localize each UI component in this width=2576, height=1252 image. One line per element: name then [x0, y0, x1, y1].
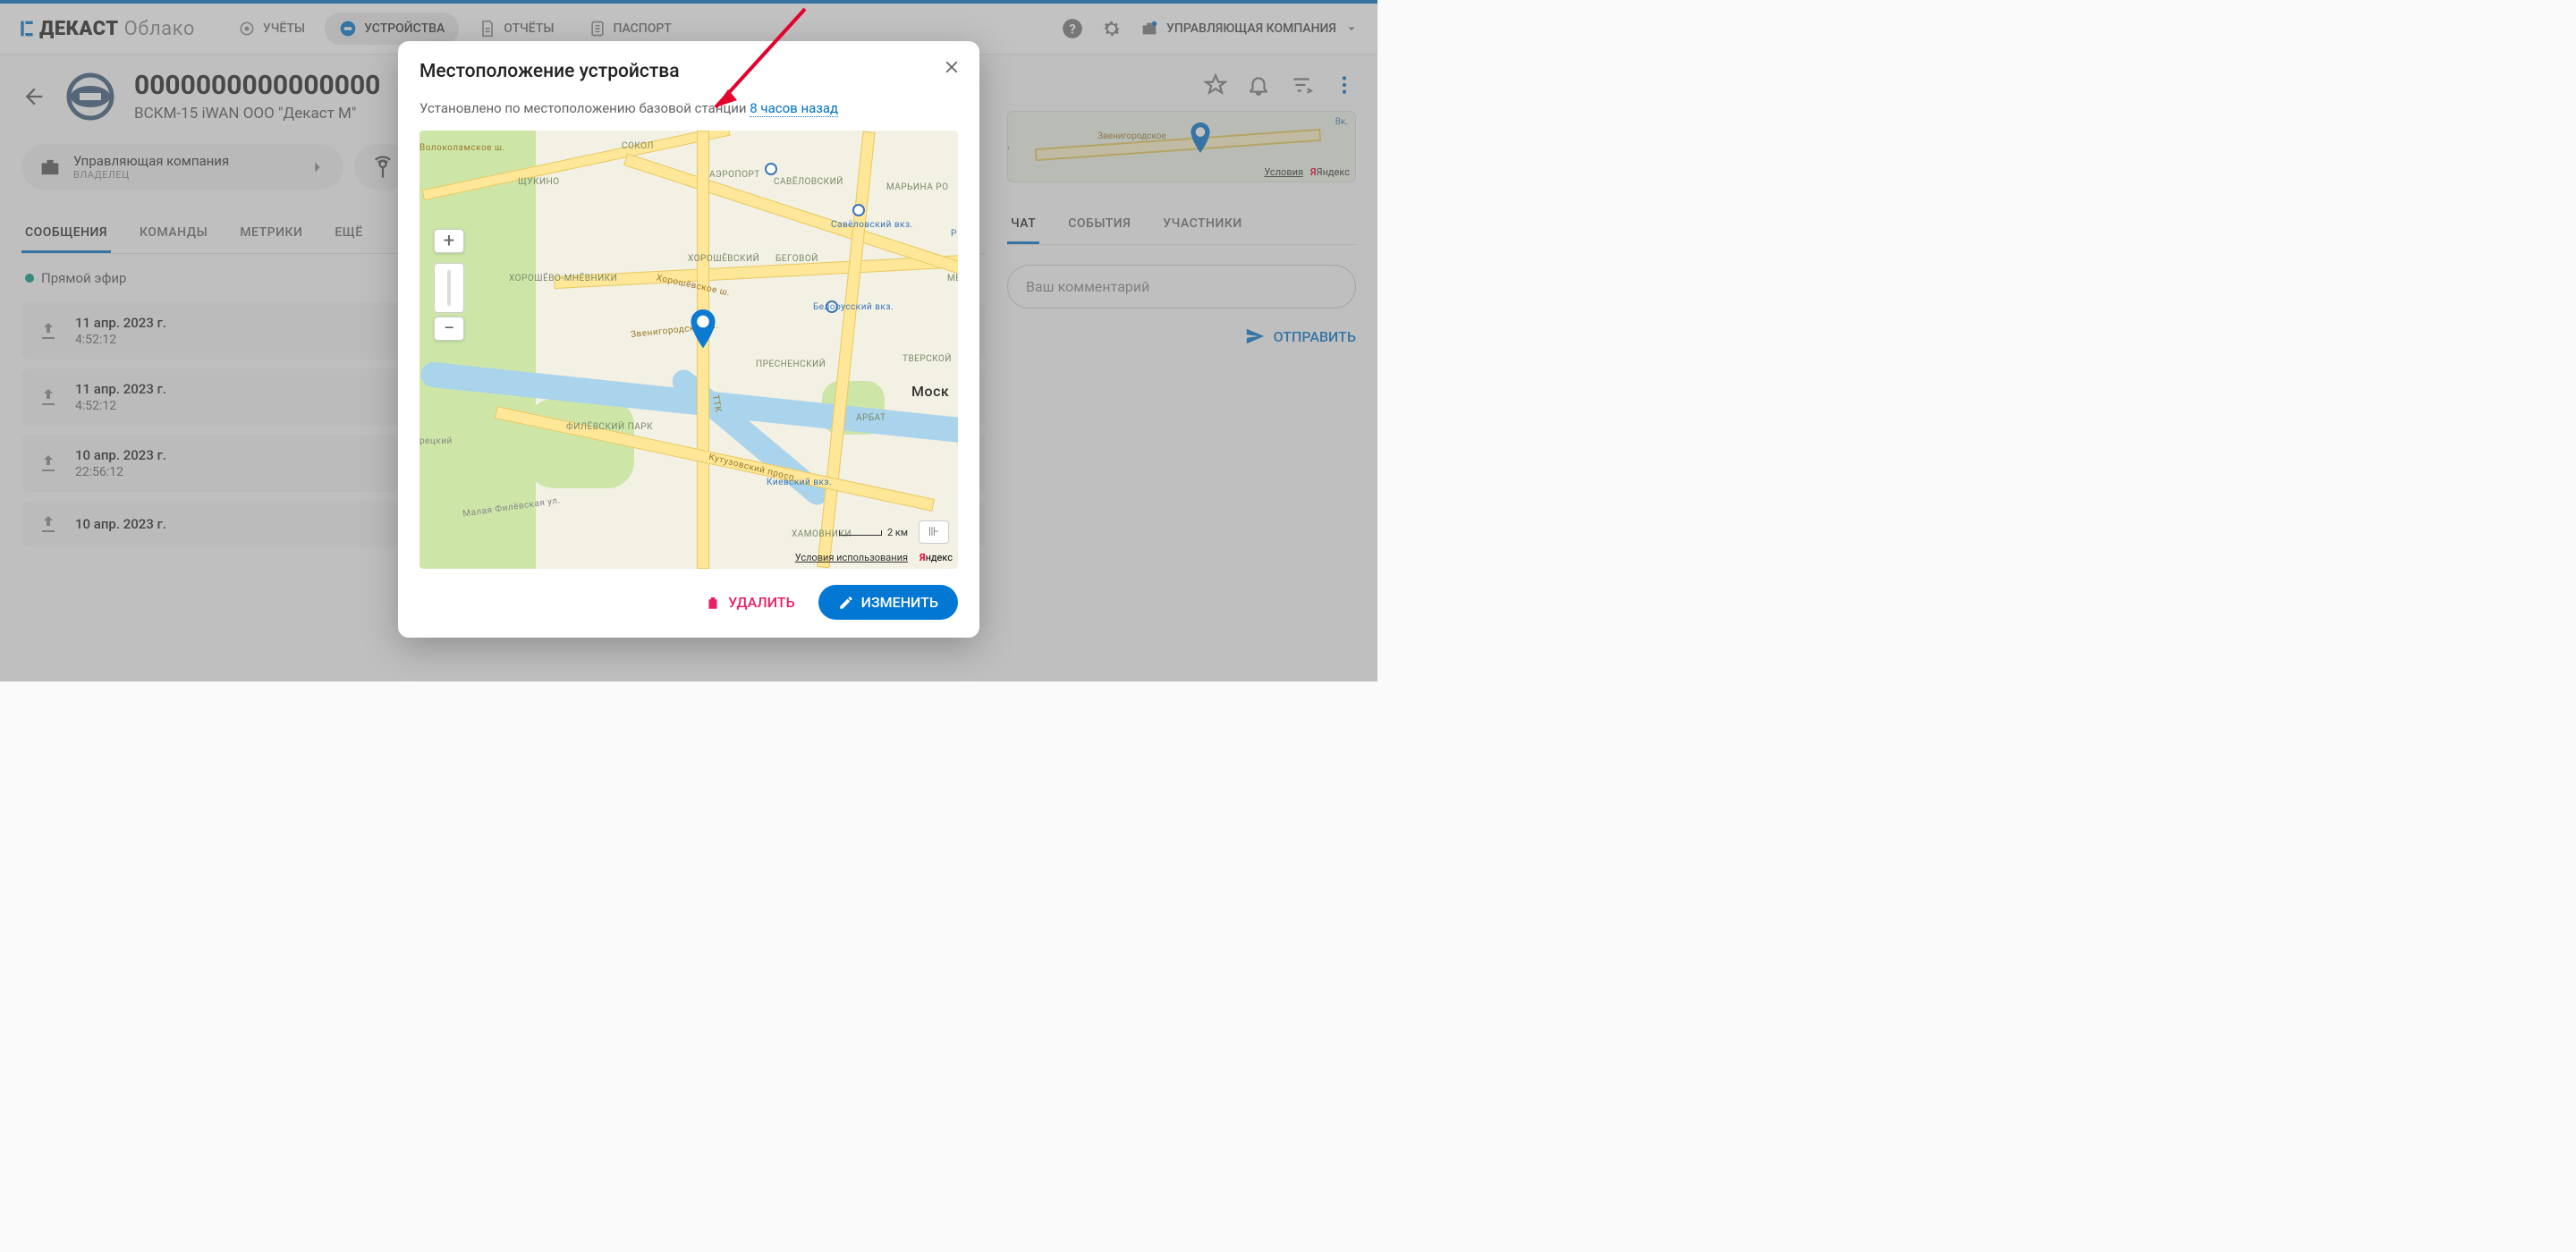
edit-label: ИЗМЕНИТЬ	[861, 594, 938, 611]
map-label: СОКОЛ	[622, 141, 654, 151]
zoom-slider[interactable]	[434, 263, 464, 313]
map-label: МЕ	[947, 274, 958, 283]
delete-button[interactable]: УДАЛИТЬ	[694, 587, 806, 618]
edit-button[interactable]: ИЗМЕНИТЬ	[818, 585, 958, 620]
map-label: ФИЛЁВСКИЙ ПАРК	[566, 422, 653, 432]
map-label: Белорусский вкз.	[813, 302, 894, 312]
trash-icon	[705, 595, 721, 611]
modal-actions: УДАЛИТЬ ИЗМЕНИТЬ	[419, 585, 958, 620]
map-label: ЩУКИНО	[518, 177, 560, 187]
map-label: рецкий	[419, 436, 453, 446]
map-label: Волоколамское ш.	[419, 143, 505, 153]
map-label: ХОРОШЁВО-МНЁВНИКИ	[509, 274, 617, 283]
map-label: АЭРОПОРТ	[709, 170, 760, 180]
delete-label: УДАЛИТЬ	[728, 594, 795, 611]
map-label: АРБАТ	[856, 413, 886, 423]
modal-subtitle-text: Установлено по местоположению базовой ст…	[419, 100, 750, 116]
map-label: САВЁЛОВСКИЙ	[774, 177, 843, 187]
modal-overlay[interactable]: Местоположение устройства Установлено по…	[0, 0, 1377, 681]
map-label: БЕГОВОЙ	[775, 254, 818, 264]
map-scale: 2 км	[839, 527, 908, 538]
map-label: Моск	[911, 383, 949, 400]
map-label: ТВЕРСКОЙ	[902, 354, 952, 364]
zoom-out-button[interactable]: −	[434, 317, 464, 341]
time-ago-link[interactable]: 8 часов назад	[750, 100, 838, 117]
modal-title: Местоположение устройства	[419, 61, 958, 82]
location-modal: Местоположение устройства Установлено по…	[398, 41, 979, 638]
map-label: Киевский вкз.	[767, 478, 832, 487]
modal-map[interactable]: СОКОЛ ЩУКИНО АЭРОПОРТ САВЁЛОВСКИЙ МАРЬИН…	[419, 131, 958, 569]
modal-subtitle: Установлено по местоположению базовой ст…	[419, 100, 958, 116]
map-label: Р	[951, 229, 957, 239]
map-label: ХОРОШЁВСКИЙ	[688, 254, 759, 264]
map-label: Савёловский вкз.	[831, 220, 913, 230]
close-icon[interactable]	[942, 57, 962, 77]
map-terms-link[interactable]: Условия использования	[795, 552, 908, 563]
map-pin-icon	[688, 309, 718, 351]
map-label: ПРЕСНЕНСКИЙ	[756, 360, 826, 369]
map-label: МАРЬИНА РО	[886, 182, 948, 192]
ruler-button[interactable]: ⊪	[919, 520, 949, 544]
map-attribution: Яндекс	[919, 552, 953, 563]
pencil-icon	[838, 595, 854, 611]
zoom-in-button[interactable]: +	[434, 229, 464, 253]
